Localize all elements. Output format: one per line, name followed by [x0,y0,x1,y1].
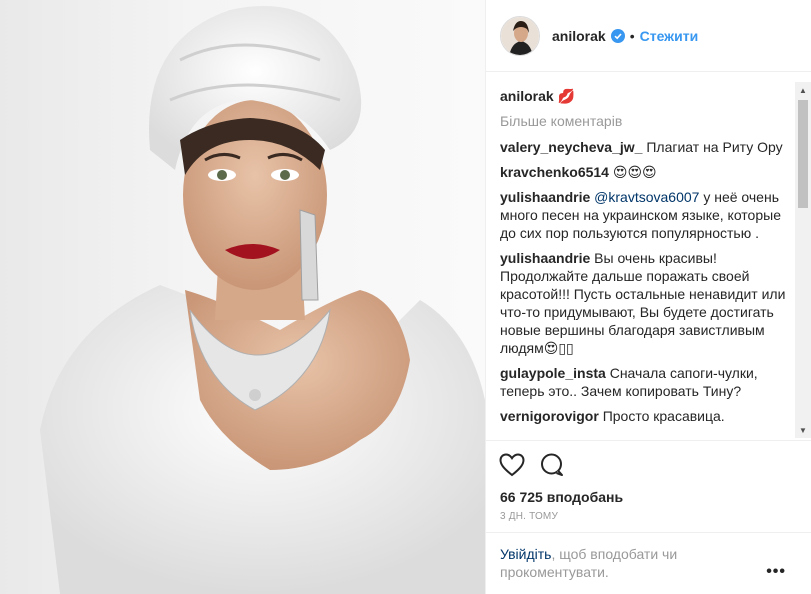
comment-item: vernigorovigor Просто красавица. [500,407,790,425]
comment-text: Просто красавица. [602,408,725,424]
comment-bubble-icon [541,453,563,476]
action-icons [498,451,798,479]
scrollbar-thumb[interactable] [798,100,808,208]
post-timestamp[interactable]: 3 ДН. ТОМУ [500,511,798,522]
follow-button[interactable]: Стежити [640,28,699,44]
likes-count[interactable]: 66 725 вподобань [500,488,798,506]
caption-text: 💋 [557,88,576,104]
post-photo[interactable] [0,0,485,594]
author-username[interactable]: anilorak [552,28,606,44]
post-header: anilorak • Стежити [486,0,811,72]
portrait-illustration [40,6,485,594]
login-prompt-text: Увійдіть, щоб вподобати чи прокоментуват… [500,545,700,581]
load-more-comments-button[interactable]: Більше коментарів [500,112,790,130]
comment-username[interactable]: valery_neycheva_jw_ [500,139,642,155]
comment-item: gulaypole_insta Сначала сапоги-чулки, те… [500,364,790,400]
comment-username[interactable]: gulaypole_insta [500,365,606,381]
comment-mention[interactable]: @kravtsova6007 [594,189,699,205]
comment-username[interactable]: yulishaandrie [500,250,590,266]
separator-dot: • [629,27,635,44]
comment-item: yulishaandrie Вы очень красивы! Продолжа… [500,249,790,357]
more-options-icon[interactable]: ••• [766,563,786,581]
post-caption: anilorak 💋 [500,87,790,105]
instagram-post: anilorak • Стежити anilorak 💋 Більше ком… [0,0,811,594]
author-avatar[interactable] [500,15,540,56]
comment-item: yulishaandrie @kravtsova6007 у неё очень… [500,188,790,242]
scroll-down-arrow-icon[interactable]: ▼ [795,422,811,438]
avatar-image [501,16,539,55]
like-button[interactable] [498,451,526,479]
caption-username[interactable]: anilorak [500,88,554,104]
comment-username[interactable]: kravchenko6514 [500,164,609,180]
comment-username[interactable]: vernigorovigor [500,408,599,424]
post-actions: 66 725 вподобань 3 ДН. ТОМУ [486,440,811,522]
scroll-up-arrow-icon[interactable]: ▲ [795,82,811,98]
comments-list[interactable]: anilorak 💋 Більше коментарів valery_neyc… [486,73,811,438]
login-prompt: Увійдіть, щоб вподобати чи прокоментуват… [486,532,811,581]
heart-icon [499,453,525,477]
post-side-panel: anilorak • Стежити anilorak 💋 Більше ком… [485,0,811,594]
comment-text: 😍😍😍 [612,164,657,180]
verified-badge-icon [610,28,625,43]
comment-item: kravchenko6514 😍😍😍 [500,163,790,181]
comments-scrollbar[interactable]: ▲ ▼ [795,82,811,438]
login-link[interactable]: Увійдіть [500,546,551,562]
comment-item: valery_neycheva_jw_ Плагиат на Риту Ору [500,138,790,156]
comment-username[interactable]: yulishaandrie [500,189,590,205]
comment-text: Плагиат на Риту Ору [646,139,783,155]
comment-button[interactable] [538,451,566,479]
